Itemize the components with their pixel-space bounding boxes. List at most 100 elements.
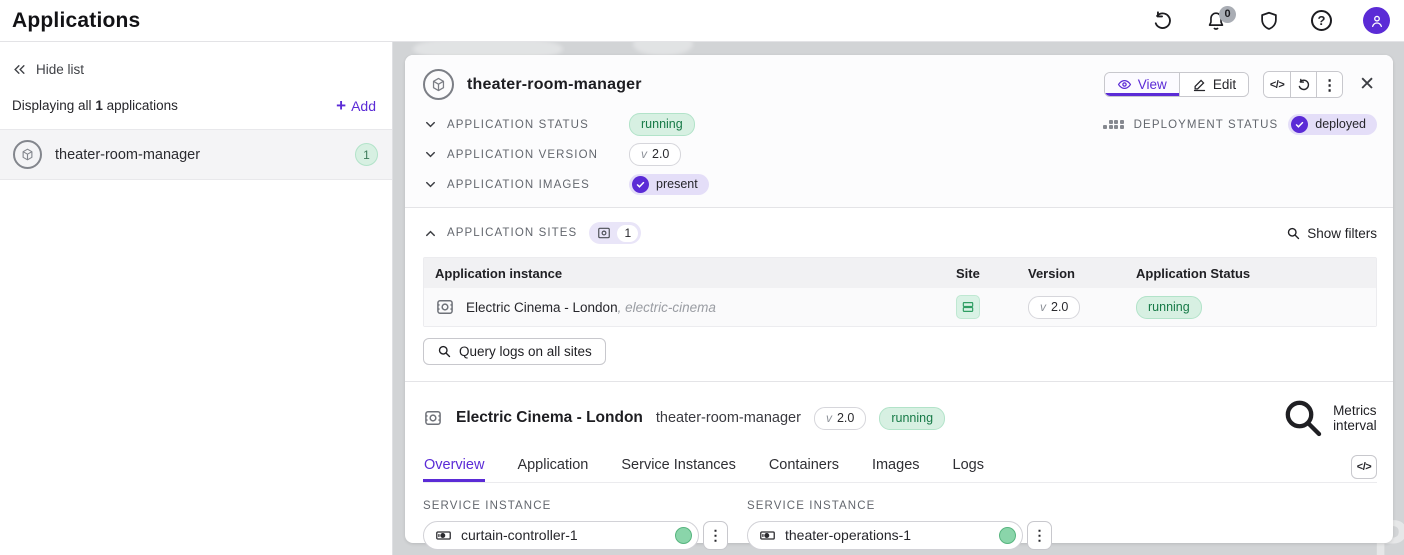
refresh-icon xyxy=(1298,78,1309,90)
site-count-badge: 1 xyxy=(355,143,378,166)
site-icon xyxy=(598,227,611,239)
detail-toolbar: </> ⋮ xyxy=(1263,71,1344,98)
background-decoration xyxy=(633,42,693,56)
kebab-icon: ⋮ xyxy=(1322,76,1338,94)
more-actions-button[interactable]: ⋮ xyxy=(1316,72,1343,97)
site-icon[interactable] xyxy=(956,295,980,319)
service-instance-card: SERVICE INSTANCE curtain-controller-1 ⋮ xyxy=(423,500,728,550)
detail-title: theater-room-manager xyxy=(467,75,642,93)
application-name: theater-room-manager xyxy=(55,146,201,163)
applications-sidebar: Hide list Displaying all 1 applications … xyxy=(0,42,393,555)
hide-list-button[interactable]: Hide list xyxy=(0,42,392,93)
plus-icon: + xyxy=(336,96,347,115)
tab-service-instances[interactable]: Service Instances xyxy=(620,451,736,482)
tab-logs[interactable]: Logs xyxy=(952,451,985,482)
deployment-grid-icon xyxy=(1103,119,1124,130)
application-sites-label: APPLICATION SITES xyxy=(447,227,578,239)
application-images-label: APPLICATION IMAGES xyxy=(447,178,590,191)
tab-images[interactable]: Images xyxy=(871,451,921,482)
application-instance-icon xyxy=(435,297,455,317)
service-instance-menu-button[interactable]: ⋮ xyxy=(1027,520,1052,550)
instance-site-name: Electric Cinema - London xyxy=(456,409,643,427)
search-icon xyxy=(1285,400,1322,437)
application-status-label: APPLICATION STATUS xyxy=(447,118,589,131)
application-images-badge: present xyxy=(629,174,709,195)
col-application-instance: Application instance xyxy=(435,265,563,281)
col-version: Version xyxy=(1028,265,1075,281)
topbar-icons: 0 ? xyxy=(1152,5,1390,34)
add-application-button[interactable]: + Add xyxy=(336,97,376,114)
application-instance-icon xyxy=(423,408,443,428)
application-version-badge: v 2.0 xyxy=(629,143,682,166)
instance-tabs: Overview Application Service Instances C… xyxy=(423,451,1377,483)
eye-icon xyxy=(1117,79,1131,90)
code-icon: </> xyxy=(1269,78,1285,91)
hide-list-label: Hide list xyxy=(36,62,85,77)
sites-table: Application instance Site Version Applic… xyxy=(423,257,1377,327)
row-status-badge: running xyxy=(1136,295,1202,319)
application-version-row: APPLICATION VERSION v 2.0 xyxy=(423,143,709,166)
help-icon[interactable]: ? xyxy=(1311,10,1332,31)
chevron-down-icon[interactable] xyxy=(423,147,438,162)
page-title: Applications xyxy=(12,8,141,32)
application-images-row: APPLICATION IMAGES present xyxy=(423,174,709,195)
chevron-up-icon[interactable] xyxy=(423,226,438,241)
application-sites-section: APPLICATION SITES 1 Show filters Applica… xyxy=(405,208,1393,381)
tab-containers[interactable]: Containers xyxy=(768,451,840,482)
shield-icon[interactable] xyxy=(1258,10,1280,32)
metrics-interval-button[interactable]: Metrics interval xyxy=(1280,395,1377,442)
tab-overview[interactable]: Overview xyxy=(423,451,485,482)
col-site: Site xyxy=(956,265,980,281)
search-icon xyxy=(1288,227,1300,239)
view-edit-toggle: View Edit xyxy=(1103,72,1250,97)
table-row[interactable]: Electric Cinema - London, electric-cinem… xyxy=(424,288,1376,326)
application-version-label: APPLICATION VERSION xyxy=(447,148,599,161)
deployment-status-label: DEPLOYMENT STATUS xyxy=(1133,118,1279,131)
close-button[interactable]: ✕ xyxy=(1357,73,1377,96)
sites-table-header: Application instance Site Version Applic… xyxy=(424,258,1376,288)
sidebar-item-theater-room-manager[interactable]: theater-room-manager 1 xyxy=(0,129,392,180)
instance-name: Electric Cinema - London, electric-cinem… xyxy=(466,299,716,315)
code-view-button[interactable]: </> xyxy=(1264,72,1291,97)
notification-count-badge: 0 xyxy=(1219,5,1236,23)
instance-app-name: theater-room-manager xyxy=(655,410,801,427)
service-instance-label: SERVICE INSTANCE xyxy=(423,499,552,512)
tab-application[interactable]: Application xyxy=(516,451,589,482)
instance-version-badge: v 2.0 xyxy=(813,406,867,430)
service-instance-label: SERVICE INSTANCE xyxy=(747,499,876,512)
user-avatar[interactable] xyxy=(1363,7,1390,34)
application-status-badge: running xyxy=(629,113,695,136)
service-instance-menu-button[interactable]: ⋮ xyxy=(703,520,728,550)
instance-section: Electric Cinema - London theater-room-ma… xyxy=(405,382,1393,550)
refresh-icon[interactable] xyxy=(1152,10,1174,32)
query-logs-button[interactable]: Query logs on all sites xyxy=(423,338,606,365)
double-chevron-left-icon xyxy=(14,65,25,74)
pencil-icon xyxy=(1193,79,1205,92)
notifications-bell-icon[interactable]: 0 xyxy=(1205,5,1236,32)
detail-header: theater-room-manager View Edit </> ⋮ ✕ A… xyxy=(405,55,1393,207)
chevron-down-icon[interactable] xyxy=(423,117,438,132)
service-instance-card: SERVICE INSTANCE theater-operations-1 ⋮ xyxy=(747,500,1052,550)
status-dot-green xyxy=(675,526,692,544)
service-instances-area: SERVICE INSTANCE curtain-controller-1 ⋮ xyxy=(423,500,1377,550)
list-summary: Displaying all 1 applications xyxy=(12,98,178,113)
service-instance-pill[interactable]: theater-operations-1 xyxy=(747,520,1023,550)
service-instance-icon xyxy=(760,531,775,540)
reload-button[interactable] xyxy=(1290,72,1317,97)
edit-button[interactable]: Edit xyxy=(1178,73,1249,96)
row-version-badge: v 2.0 xyxy=(1028,295,1081,319)
code-view-button[interactable]: </> xyxy=(1351,454,1377,479)
main-area: P theater-room-manager xyxy=(393,42,1404,555)
list-summary-row: Displaying all 1 applications + Add xyxy=(0,93,392,129)
search-icon xyxy=(438,345,451,358)
service-instance-pill[interactable]: curtain-controller-1 xyxy=(423,520,699,550)
top-bar: Applications 0 ? xyxy=(0,0,1404,42)
application-status-row: APPLICATION STATUS running xyxy=(423,113,709,136)
service-instance-icon xyxy=(436,531,451,540)
col-application-status: Application Status xyxy=(1136,265,1251,281)
view-button[interactable]: View xyxy=(1104,73,1179,96)
show-filters-button[interactable]: Show filters xyxy=(1286,226,1377,241)
code-icon: </> xyxy=(1356,460,1372,473)
application-cube-icon xyxy=(423,69,454,100)
chevron-down-icon[interactable] xyxy=(423,177,438,192)
